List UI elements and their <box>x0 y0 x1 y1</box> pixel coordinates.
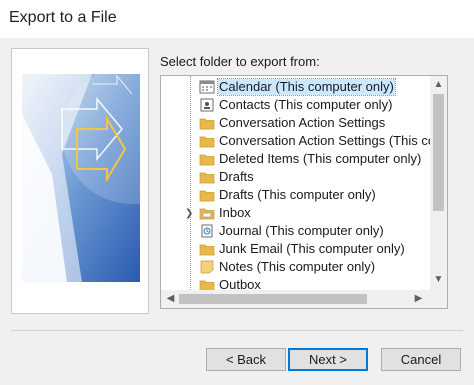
wizard-banner-image <box>22 74 140 282</box>
title-bar: Export to a File <box>0 0 474 38</box>
back-button[interactable]: < Back <box>206 348 286 371</box>
folder-icon <box>199 154 215 166</box>
folder-label: Journal (This computer only) <box>219 223 384 238</box>
folder-label: Drafts (This computer only) <box>219 187 376 202</box>
folder-item-conversation-action-settings-local[interactable]: Conversation Action Settings (This com <box>161 132 431 150</box>
scroll-up-icon[interactable]: ▲ <box>430 79 447 90</box>
vertical-scroll-thumb[interactable] <box>433 94 444 211</box>
notes-icon <box>200 260 214 274</box>
folder-item-outbox[interactable]: Outbox <box>161 276 431 290</box>
scroll-right-icon[interactable]: ▶ <box>410 293 427 304</box>
folder-icon <box>199 244 215 256</box>
folder-item-junk-email[interactable]: Junk Email (This computer only) <box>161 240 431 258</box>
folder-label: Drafts <box>219 169 254 184</box>
folder-label: Conversation Action Settings <box>219 115 386 130</box>
footer-divider <box>11 330 463 331</box>
inbox-folder-icon <box>199 208 215 220</box>
folder-label: Calendar (This computer only) <box>217 78 396 96</box>
folder-item-notes[interactable]: Notes (This computer only) <box>161 258 431 276</box>
cancel-button[interactable]: Cancel <box>381 348 461 371</box>
folder-tree[interactable]: Calendar (This computer only) Contacts (… <box>160 75 448 309</box>
folder-item-journal[interactable]: Journal (This computer only) <box>161 222 431 240</box>
folder-label: Outbox <box>219 277 261 290</box>
folder-label: Notes (This computer only) <box>219 259 376 274</box>
folder-item-drafts[interactable]: Drafts <box>161 168 431 186</box>
horizontal-scroll-thumb[interactable] <box>179 294 367 304</box>
vertical-scrollbar[interactable]: ▲ ▼ <box>430 76 447 290</box>
folder-item-conversation-action-settings[interactable]: Conversation Action Settings <box>161 114 431 132</box>
horizontal-scrollbar[interactable]: ◀ ▶ <box>161 290 431 308</box>
scroll-down-icon[interactable]: ▼ <box>430 274 447 285</box>
folder-label: Deleted Items (This computer only) <box>219 151 422 166</box>
window-title: Export to a File <box>9 9 117 26</box>
folder-icon <box>199 172 215 184</box>
folder-icon <box>199 280 215 290</box>
folder-icon <box>199 190 215 202</box>
scroll-left-icon[interactable]: ◀ <box>162 293 179 304</box>
folder-icon <box>199 136 215 148</box>
scrollbar-corner <box>430 290 447 308</box>
next-button[interactable]: Next > <box>288 348 368 371</box>
journal-icon <box>201 224 213 238</box>
folder-label: Inbox <box>219 205 251 220</box>
folder-icon <box>199 118 215 130</box>
folder-item-inbox[interactable]: ❯ Inbox <box>161 204 431 222</box>
contacts-icon <box>200 98 214 112</box>
folder-item-calendar[interactable]: Calendar (This computer only) <box>161 78 431 96</box>
folder-prompt-label: Select folder to export from: <box>160 54 320 69</box>
folder-label: Contacts (This computer only) <box>219 97 393 112</box>
calendar-icon <box>199 80 215 94</box>
folder-list: Calendar (This computer only) Contacts (… <box>161 76 431 290</box>
folder-label: Conversation Action Settings (This com <box>219 133 431 148</box>
chevron-right-icon[interactable]: ❯ <box>185 208 193 219</box>
folder-label: Junk Email (This computer only) <box>219 241 405 256</box>
folder-item-contacts[interactable]: Contacts (This computer only) <box>161 96 431 114</box>
folder-item-drafts-local[interactable]: Drafts (This computer only) <box>161 186 431 204</box>
folder-item-deleted-items[interactable]: Deleted Items (This computer only) <box>161 150 431 168</box>
